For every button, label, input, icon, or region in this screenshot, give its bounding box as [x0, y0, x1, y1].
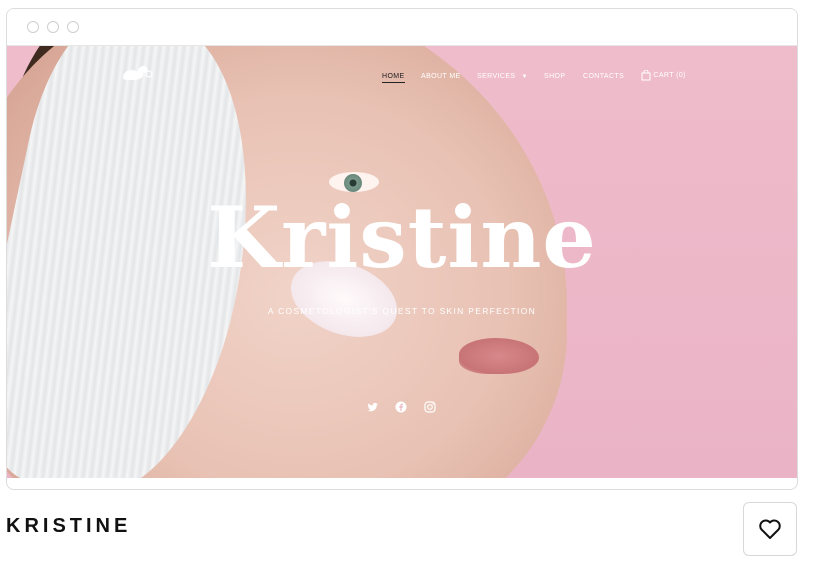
- twitter-icon[interactable]: [366, 400, 380, 414]
- nav-shop[interactable]: SHOP: [544, 73, 565, 80]
- hero-section: HOME ABOUT ME SERVICES ▼ SHOP CONTACTS CA…: [7, 46, 797, 478]
- hero-tagline: A COSMETOLOGIST'S QUEST TO SKIN PERFECTI…: [267, 306, 537, 316]
- facebook-icon[interactable]: [394, 400, 408, 414]
- site-nav: HOME ABOUT ME SERVICES ▼ SHOP CONTACTS CA…: [7, 46, 797, 106]
- chevron-down-icon: ▼: [521, 74, 528, 80]
- swan-logo-icon[interactable]: [119, 60, 155, 82]
- browser-chrome: [7, 9, 797, 46]
- product-name: KRISTINE: [6, 515, 132, 537]
- shopping-bag-icon: [641, 69, 651, 81]
- window-dot-close[interactable]: [27, 21, 39, 33]
- nav-cart[interactable]: CART (0): [641, 69, 686, 81]
- hero-title: Kristine: [207, 188, 597, 287]
- heart-icon: [759, 519, 781, 539]
- window-dot-maximize[interactable]: [67, 21, 79, 33]
- nav-about[interactable]: ABOUT ME: [421, 73, 461, 80]
- favorite-button[interactable]: [743, 502, 797, 556]
- nav-services-label: SERVICES: [477, 73, 516, 80]
- nav-home[interactable]: HOME: [382, 73, 405, 83]
- cart-label: CART (0): [653, 72, 686, 79]
- window-dot-minimize[interactable]: [47, 21, 59, 33]
- instagram-icon[interactable]: [423, 400, 437, 414]
- nav-services[interactable]: SERVICES ▼: [477, 73, 528, 80]
- preview-frame: HOME ABOUT ME SERVICES ▼ SHOP CONTACTS CA…: [6, 8, 798, 490]
- hero-image-lips: [459, 338, 539, 374]
- nav-contacts[interactable]: CONTACTS: [583, 73, 624, 80]
